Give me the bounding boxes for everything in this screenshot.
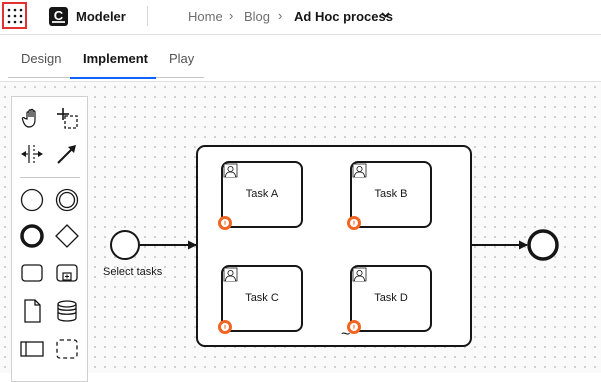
- data-store-icon[interactable]: [52, 296, 82, 326]
- boundary-event-icon[interactable]: [346, 215, 362, 231]
- bpmn-diagram: [110, 145, 559, 347]
- pool-icon[interactable]: [17, 334, 47, 364]
- connect-tool-icon[interactable]: [52, 139, 82, 169]
- ad-hoc-marker-icon: ~: [341, 326, 351, 343]
- gateway-icon[interactable]: [52, 221, 82, 251]
- space-tool-icon[interactable]: [17, 139, 47, 169]
- user-task-icon: [352, 267, 367, 282]
- task-a-label: Task A: [245, 188, 279, 200]
- user-task-icon: [352, 163, 367, 178]
- end-event[interactable]: [527, 229, 559, 261]
- intermediate-event-icon[interactable]: [52, 185, 82, 215]
- data-object-icon[interactable]: [17, 296, 47, 326]
- hand-tool-icon[interactable]: [17, 103, 47, 133]
- boundary-event-icon[interactable]: [217, 319, 233, 335]
- end-event-icon[interactable]: [17, 221, 47, 251]
- user-task-icon: [223, 267, 238, 282]
- user-task-icon: [223, 163, 238, 178]
- subprocess-icon[interactable]: [52, 258, 82, 288]
- start-event-icon[interactable]: [17, 185, 47, 215]
- task-c-label: Task C: [245, 292, 279, 304]
- lasso-tool-icon[interactable]: [52, 103, 82, 133]
- start-event-label: Select tasks: [103, 266, 163, 278]
- start-event[interactable]: [110, 230, 140, 260]
- task-b-label: Task B: [374, 188, 408, 200]
- palette-divider: [20, 177, 80, 178]
- tool-palette: [11, 96, 88, 382]
- boundary-event-icon[interactable]: [217, 215, 233, 231]
- group-icon[interactable]: [52, 334, 82, 364]
- task-icon[interactable]: [17, 258, 47, 288]
- task-d-label: Task D: [374, 292, 408, 304]
